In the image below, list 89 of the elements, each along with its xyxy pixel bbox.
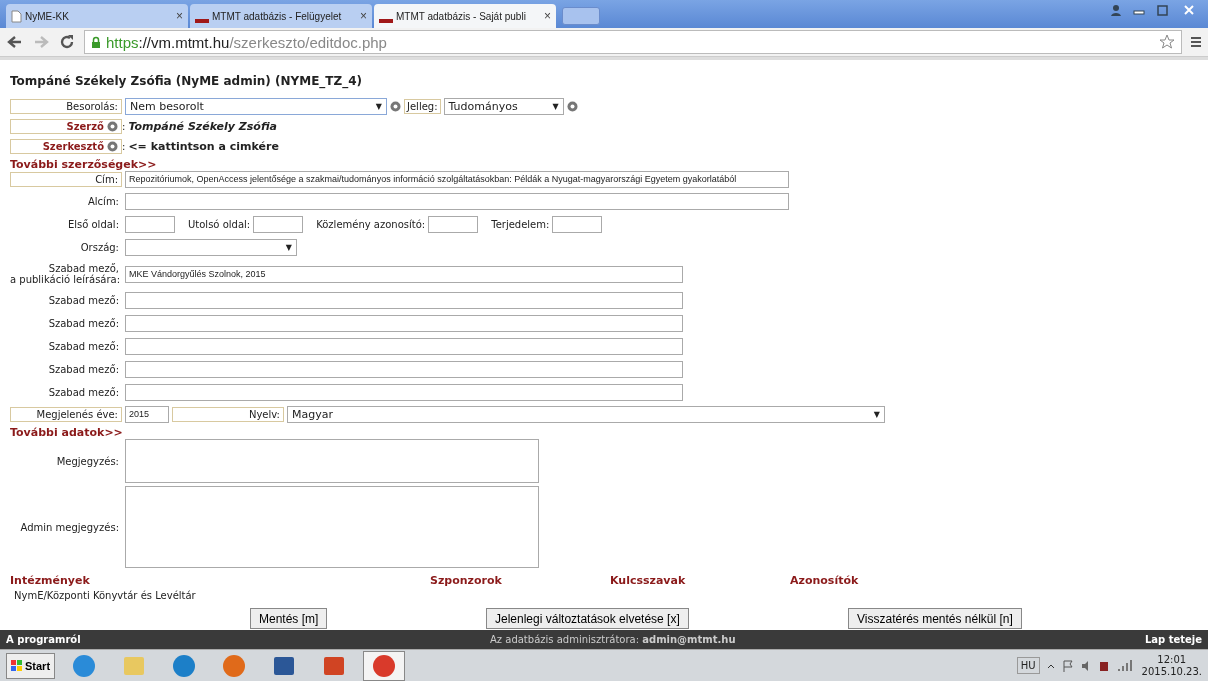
- section-heading[interactable]: Intézmények: [10, 574, 196, 588]
- section-heading[interactable]: Szponzorok: [430, 574, 502, 588]
- text-field[interactable]: [428, 216, 479, 234]
- form-button[interactable]: Mentés [m]: [250, 608, 328, 630]
- language-indicator[interactable]: HU: [1016, 657, 1040, 674]
- field-label: Szabad mező:: [47, 385, 120, 399]
- tab-title: MTMT adatbázis - Felügyelet: [212, 10, 343, 22]
- lock-icon: [91, 35, 101, 49]
- reload-icon[interactable]: [58, 34, 76, 51]
- browser-tab[interactable]: NyME-KK ×: [6, 4, 188, 29]
- close-icon[interactable]: ×: [176, 9, 183, 24]
- field-label: Jelleg:: [404, 99, 441, 115]
- field-label: Admin megjegyzés:: [19, 520, 120, 534]
- top-link[interactable]: Lap teteje: [1144, 634, 1202, 646]
- help-icon[interactable]: [107, 121, 118, 133]
- author-label[interactable]: Szerző: [10, 119, 122, 135]
- field-label: Terjedelem:: [491, 219, 550, 231]
- field-label: Megjelenés éve:: [10, 407, 122, 423]
- text-field[interactable]: [125, 291, 683, 309]
- field-label: Első oldal:: [66, 218, 120, 232]
- url-text: https://vm.mtmt.hu/szerkeszto/editdoc.php: [106, 33, 388, 51]
- author-label[interactable]: Szerkesztő: [10, 139, 122, 155]
- help-icon[interactable]: [566, 101, 578, 113]
- text-field[interactable]: [125, 360, 683, 378]
- classification-select[interactable]: Nem besorolt ▼: [125, 98, 387, 116]
- site-logo-icon: [195, 18, 209, 25]
- person-value: Tompáné Székely Zsófia: [128, 120, 277, 134]
- field-label: Utolsó oldal:: [188, 219, 251, 231]
- close-icon[interactable]: ×: [544, 9, 551, 24]
- field-label: Besorolás:: [10, 99, 122, 115]
- page-title: Tompáné Székely Zsófia (NyME admin) (NYME_TZ_4): [10, 74, 364, 89]
- more-data-link[interactable]: További adatok>>: [10, 426, 1200, 440]
- menu-icon[interactable]: [1190, 35, 1202, 50]
- field-label: Szabad mező:: [47, 316, 120, 330]
- page-icon: [11, 9, 22, 23]
- clock-time: 12:01: [1157, 653, 1187, 666]
- help-icon[interactable]: [107, 141, 118, 153]
- field-label: Szabad mező:: [47, 339, 120, 353]
- text-field[interactable]: MKE Vándorgyűlés Szolnok, 2015: [125, 265, 683, 283]
- year-field[interactable]: 2015: [125, 406, 169, 424]
- new-tab-button[interactable]: [562, 7, 600, 26]
- field-label: Nyelv:: [172, 407, 284, 423]
- person-value: <= kattintson a cimkére: [128, 140, 279, 154]
- text-field[interactable]: [552, 216, 603, 234]
- browser-tab[interactable]: MTMT adatbázis - Saját publi ×: [374, 4, 556, 29]
- tab-title: NyME-KK: [25, 10, 70, 22]
- help-icon[interactable]: [390, 101, 401, 113]
- text-area[interactable]: [125, 486, 539, 569]
- close-icon[interactable]: ×: [360, 9, 367, 24]
- field-label: Szabad mező:: [47, 293, 120, 307]
- text-field[interactable]: [125, 337, 683, 355]
- text-area[interactable]: [125, 439, 539, 484]
- field-label: Szabad mező:: [47, 362, 120, 376]
- text-field[interactable]: [125, 383, 683, 401]
- text-field[interactable]: [125, 193, 789, 211]
- about-link[interactable]: A programról: [6, 634, 81, 646]
- text-field[interactable]: Repozitóriumok, OpenAccess jelentősége a szakmai/tudományos információ szolgáltatásokban: Példák a Nyugat-magyarországi Egyetem gyakorlatából: [125, 171, 789, 189]
- label-colon: :: [122, 121, 126, 133]
- section-heading[interactable]: Kulcsszavak: [610, 574, 686, 588]
- field-label: Alcím:: [87, 195, 120, 209]
- forward-icon[interactable]: [32, 34, 50, 51]
- text-field[interactable]: [125, 216, 175, 234]
- field-label: Megjegyzés:: [55, 454, 120, 468]
- section-heading[interactable]: Azonosítók: [790, 574, 859, 588]
- field-label: Közlemény azonosító:: [316, 219, 426, 231]
- back-icon[interactable]: [6, 34, 24, 51]
- field-label: Szabad mező, a publikáció leírására:: [10, 262, 122, 287]
- browser-tab[interactable]: MTMT adatbázis - Felügyelet ×: [190, 4, 372, 29]
- site-logo-icon: [379, 18, 393, 25]
- text-field[interactable]: [253, 216, 304, 234]
- tab-title: MTMT adatbázis - Saját publi: [396, 10, 527, 22]
- start-button[interactable]: Start: [6, 652, 56, 679]
- form-button[interactable]: Jelenlegi változtatások elvetése [x]: [486, 608, 689, 630]
- star-icon[interactable]: [1159, 34, 1175, 51]
- admin-contact: Az adatbázis adminisztrátora: admin@mtmt.hu: [490, 634, 736, 646]
- field-label: Ország:: [79, 241, 120, 255]
- country-select[interactable]: ▼: [125, 239, 297, 257]
- clock-date: 2015.10.23.: [1141, 665, 1202, 678]
- address-bar[interactable]: https://vm.mtmt.hu/szerkeszto/editdoc.php: [84, 30, 1182, 55]
- windows-logo-icon: [11, 659, 23, 672]
- type-select[interactable]: Tudományos ▼: [443, 98, 564, 116]
- taskbar-app-icon[interactable]: [363, 650, 406, 681]
- form-button[interactable]: Visszatérés mentés nélkül [n]: [848, 608, 1022, 630]
- more-authors-link[interactable]: További szerzőségek>>: [10, 158, 1200, 172]
- text-field[interactable]: [125, 314, 683, 332]
- label-colon: :: [122, 141, 126, 153]
- field-label: Cím:: [10, 172, 122, 188]
- language-select[interactable]: Magyar ▼: [287, 406, 885, 424]
- institution-item: NymE/Központi Könyvtár és Levéltár: [13, 590, 196, 602]
